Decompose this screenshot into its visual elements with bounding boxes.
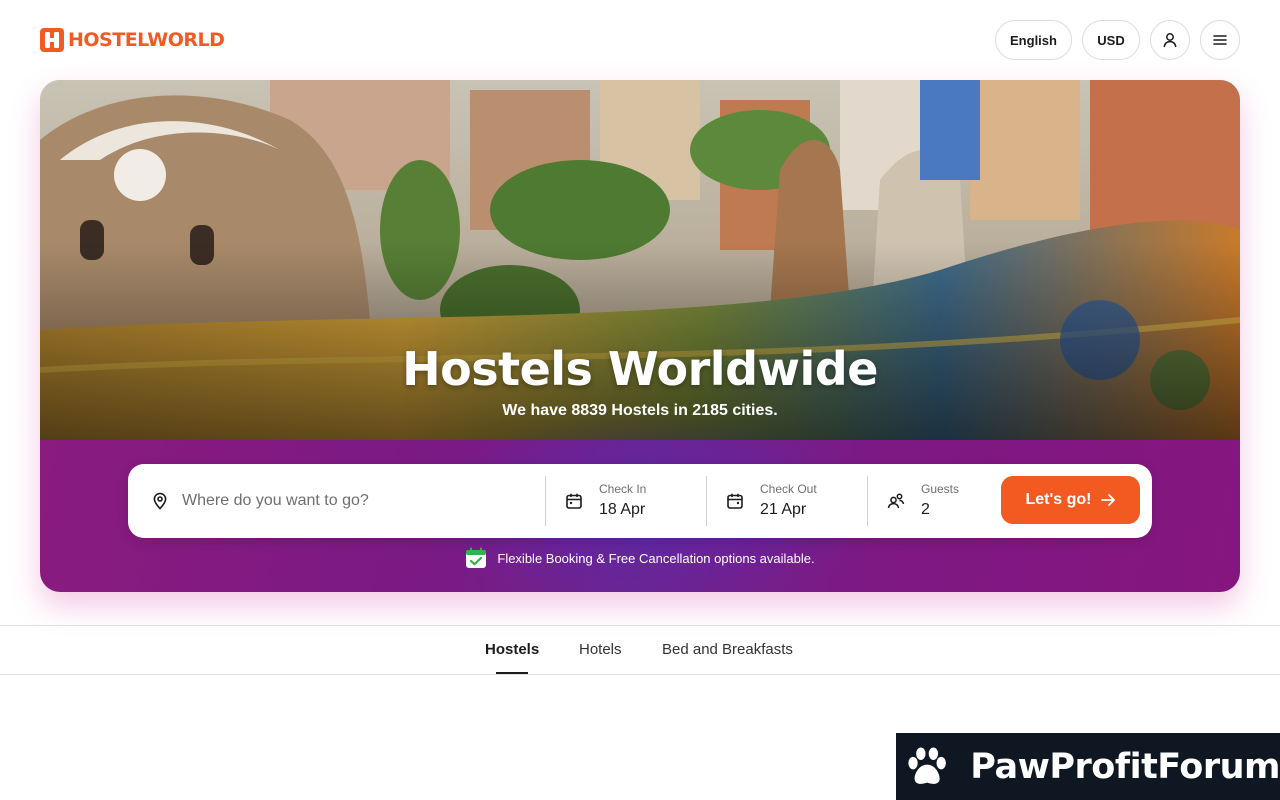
tab-hostels[interactable]: Hostels bbox=[485, 641, 539, 658]
search-bar: Check In 18 Apr Check Out 21 Apr bbox=[128, 464, 1152, 538]
flexible-booking-text: Flexible Booking & Free Cancellation opt… bbox=[497, 550, 815, 566]
search-band: Check In 18 Apr Check Out 21 Apr bbox=[40, 410, 1240, 592]
calendar-icon bbox=[727, 493, 743, 509]
menu-button[interactable] bbox=[1200, 20, 1240, 60]
check-in-label: Check In bbox=[599, 482, 647, 496]
logo-text: HOSTELWORLD bbox=[68, 29, 225, 51]
logo-h-icon bbox=[40, 28, 64, 52]
hamburger-menu-icon bbox=[1213, 35, 1227, 45]
tab-hotels[interactable]: Hotels bbox=[579, 641, 622, 658]
tab-bed-and-breakfasts[interactable]: Bed and Breakfasts bbox=[662, 641, 793, 658]
paw-icon bbox=[908, 746, 946, 784]
guests-value: 2 bbox=[921, 501, 930, 518]
check-in-field[interactable]: Check In 18 Apr bbox=[545, 464, 706, 538]
account-button[interactable] bbox=[1150, 20, 1190, 60]
guests-field[interactable]: Guests 2 bbox=[867, 464, 987, 538]
property-type-tabs: Hostels Hotels Bed and Breakfasts bbox=[0, 625, 1280, 675]
guests-label: Guests bbox=[921, 482, 960, 496]
check-out-label: Check Out bbox=[760, 482, 817, 496]
check-in-value: 18 Apr bbox=[599, 501, 646, 518]
hero-section: Hostels Worldwide We have 8839 Hostels i… bbox=[40, 80, 1240, 592]
language-button[interactable]: English bbox=[995, 20, 1072, 60]
calendar-icon bbox=[566, 493, 582, 509]
hostelworld-logo[interactable]: HOSTELWORLD bbox=[40, 28, 225, 52]
location-pin-icon bbox=[153, 492, 167, 510]
hero-title: Hostels Worldwide bbox=[402, 342, 878, 396]
destination-input[interactable] bbox=[182, 492, 522, 510]
check-out-value: 21 Apr bbox=[760, 501, 807, 518]
guests-icon bbox=[887, 493, 905, 509]
arrow-right-icon bbox=[1100, 494, 1115, 506]
watermark-text: PawProfitForum bbox=[970, 746, 1280, 787]
user-icon bbox=[1163, 33, 1177, 48]
flexible-booking-note: Flexible Booking & Free Cancellation opt… bbox=[40, 547, 1240, 569]
check-out-field[interactable]: Check Out 21 Apr bbox=[706, 464, 867, 538]
destination-field[interactable] bbox=[128, 464, 545, 538]
header-actions: English USD bbox=[995, 20, 1240, 60]
calendar-check-icon bbox=[466, 547, 487, 568]
currency-button[interactable]: USD bbox=[1082, 20, 1140, 60]
active-tab-indicator bbox=[496, 672, 528, 674]
lets-go-button[interactable]: Let's go! bbox=[1001, 476, 1140, 524]
lets-go-label: Let's go! bbox=[1025, 491, 1092, 508]
pawprofitforum-watermark: PawProfitForum bbox=[896, 733, 1280, 800]
site-header: HOSTELWORLD English USD bbox=[0, 0, 1280, 80]
